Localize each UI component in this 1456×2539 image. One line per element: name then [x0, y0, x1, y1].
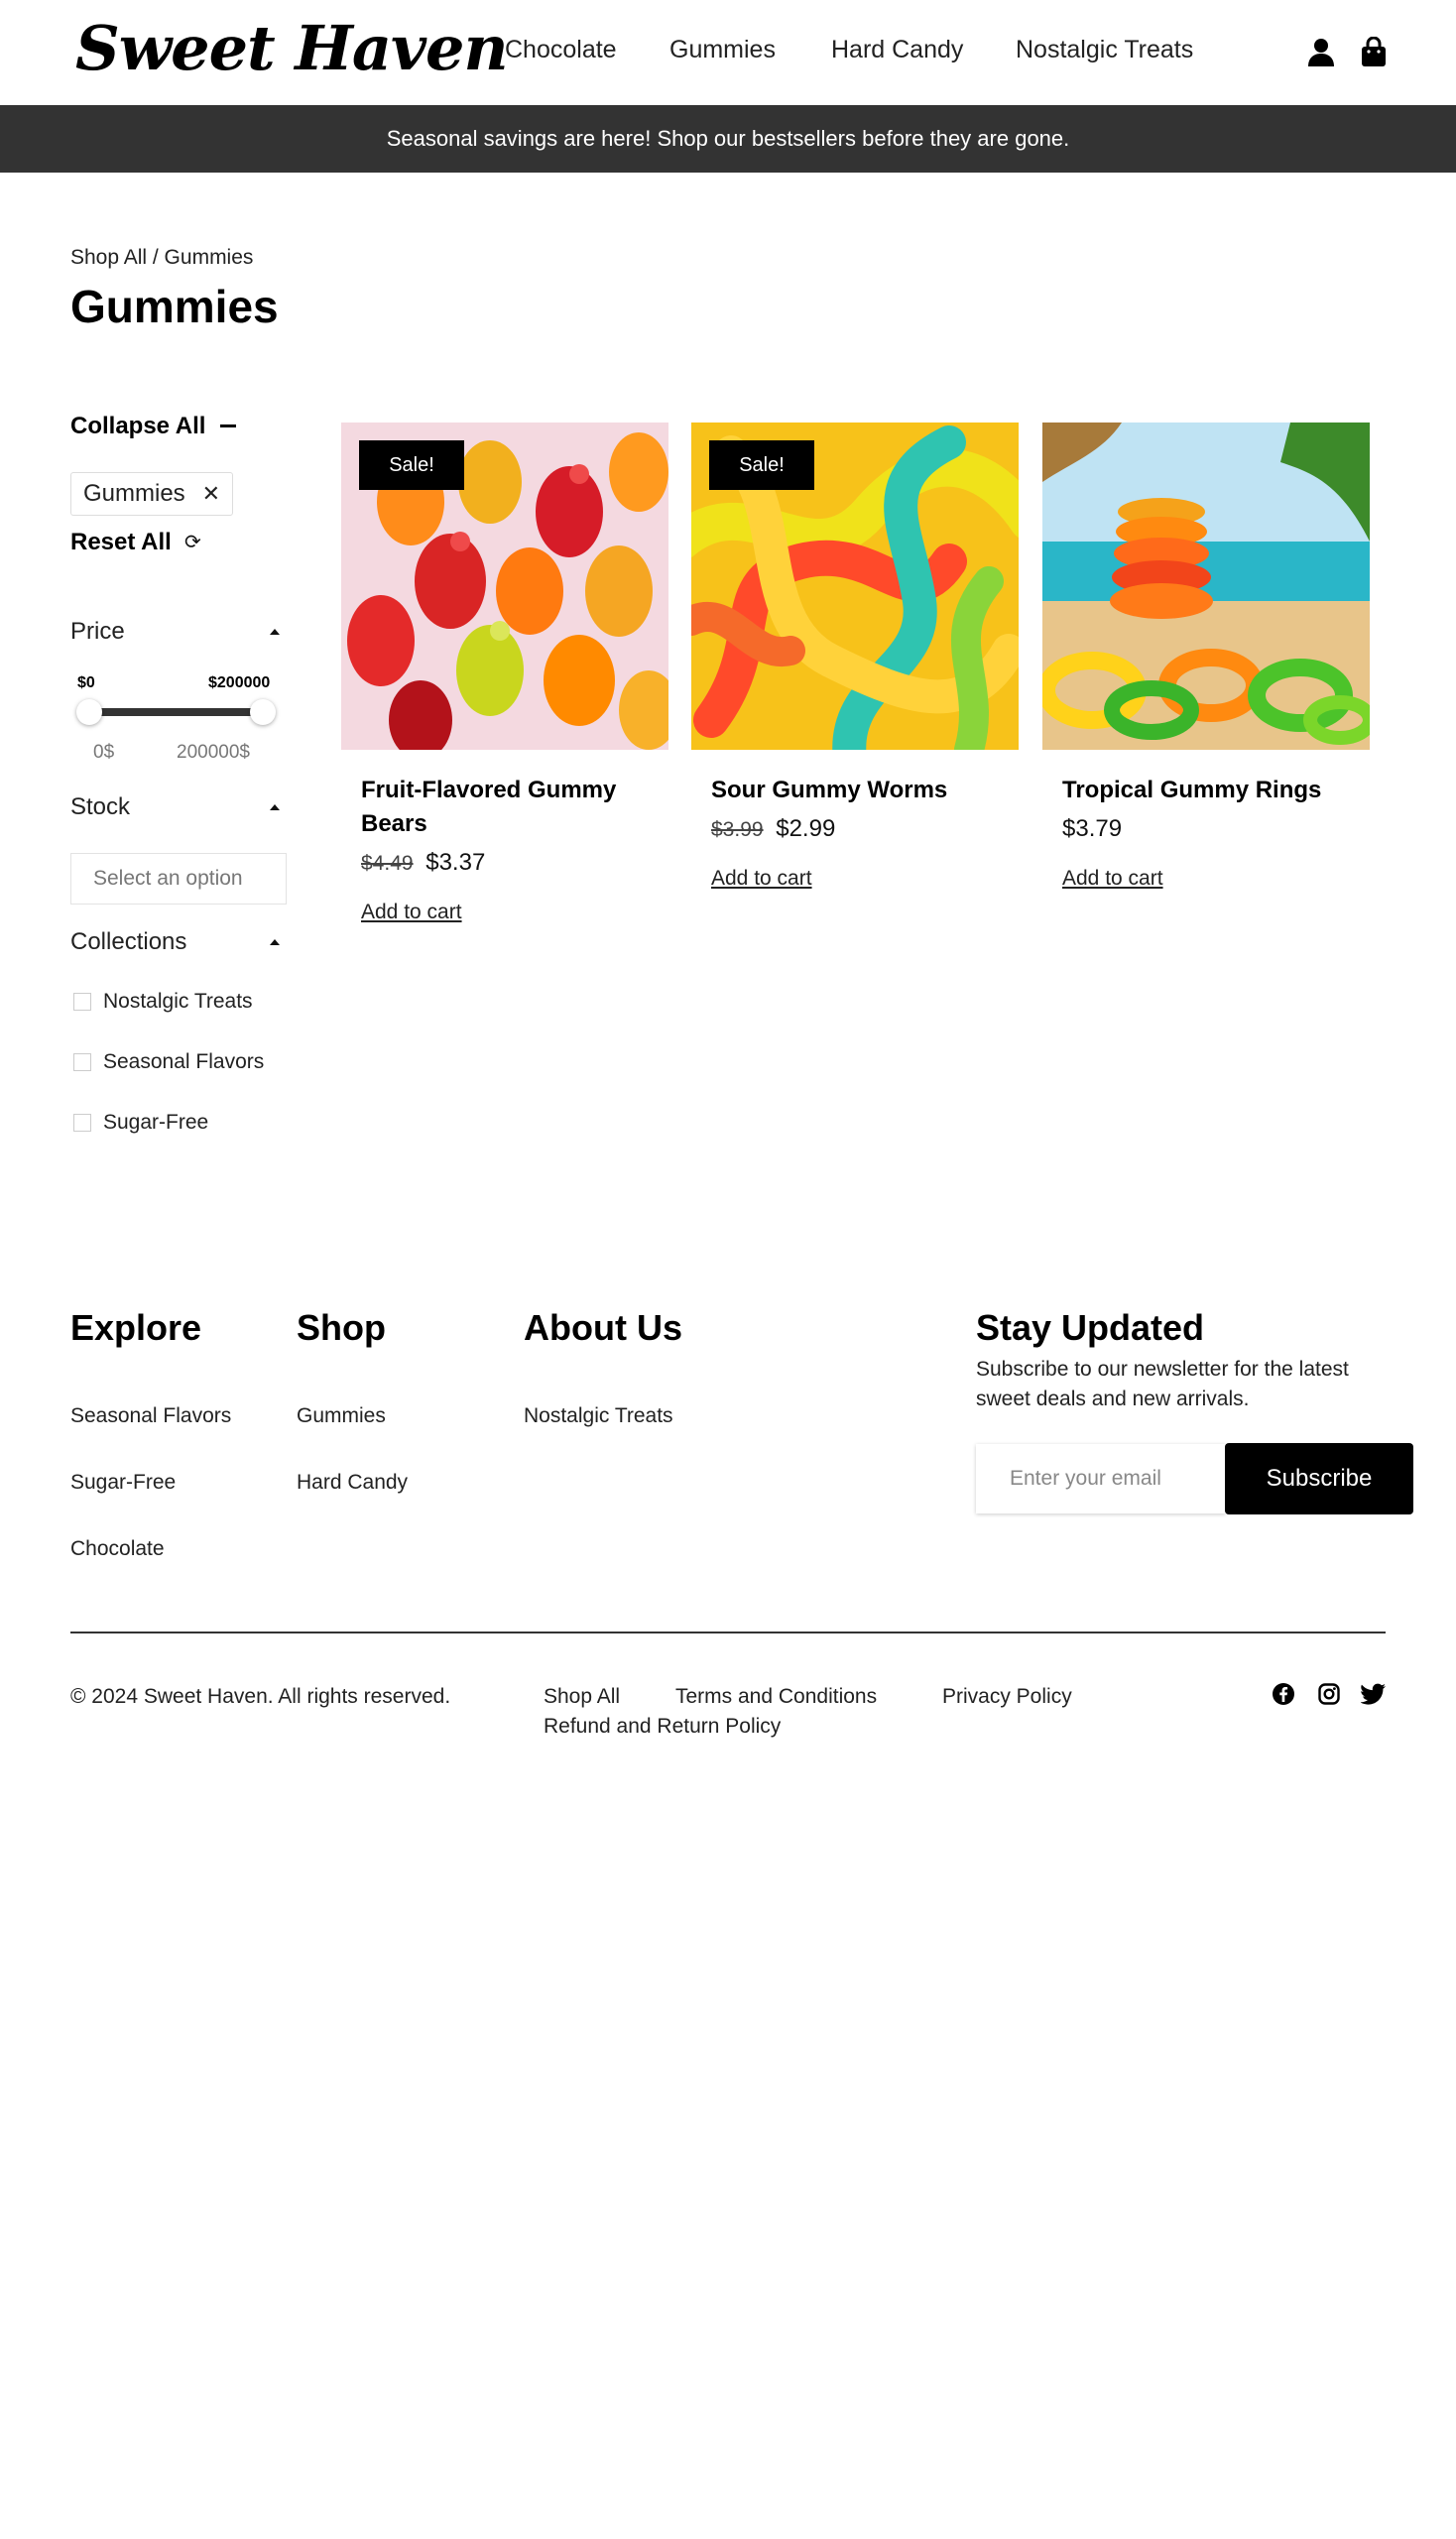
- price-max-label: $200000: [208, 674, 271, 691]
- add-to-cart-link[interactable]: Add to cart: [361, 901, 462, 924]
- site-logo[interactable]: Sweet Haven: [75, 12, 509, 84]
- sale-price: $2.99: [776, 815, 836, 842]
- price-max-value: 200000$: [177, 742, 250, 763]
- chevron-up-icon[interactable]: [270, 939, 280, 945]
- footer-link[interactable]: Sugar-Free: [70, 1471, 176, 1495]
- product-image[interactable]: [1042, 423, 1370, 750]
- price-min-value: 0$: [93, 742, 115, 763]
- legal-link[interactable]: Terms and Conditions: [675, 1685, 877, 1709]
- price-range-track[interactable]: [89, 708, 264, 716]
- reset-all-button[interactable]: Reset All: [70, 529, 172, 556]
- add-to-cart-link[interactable]: Add to cart: [1062, 867, 1163, 891]
- nav-link-chocolate[interactable]: Chocolate: [505, 36, 617, 64]
- sale-price: $3.37: [425, 849, 486, 876]
- footer-explore-title: Explore: [70, 1307, 202, 1348]
- old-price: $4.49: [361, 852, 414, 875]
- email-input[interactable]: [976, 1444, 1226, 1513]
- minus-icon[interactable]: [220, 424, 236, 427]
- nav-link-gummies[interactable]: Gummies: [669, 36, 776, 64]
- stock-select[interactable]: Select an option: [70, 853, 287, 905]
- price-max-handle[interactable]: [250, 699, 276, 725]
- collapse-all-button[interactable]: Collapse All: [70, 413, 205, 440]
- chevron-up-icon[interactable]: [270, 804, 280, 810]
- copyright-text: © 2024 Sweet Haven. All rights reserved.: [70, 1685, 451, 1708]
- footer-about-title: About Us: [524, 1307, 682, 1348]
- nav-link-nostalgic-treats[interactable]: Nostalgic Treats: [1016, 36, 1193, 64]
- collection-label: Seasonal Flavors: [103, 1050, 265, 1073]
- price-min-label: $0: [77, 674, 95, 691]
- price-min-handle[interactable]: [76, 699, 102, 725]
- shopping-bag-icon[interactable]: [1361, 37, 1387, 67]
- promo-banner: Seasonal savings are here! Shop our best…: [0, 105, 1456, 173]
- stock-filter-title[interactable]: Stock: [70, 793, 130, 821]
- twitter-icon[interactable]: [1361, 1683, 1387, 1705]
- product-name[interactable]: Tropical Gummy Rings: [1062, 774, 1360, 807]
- newsletter-title: Stay Updated: [976, 1307, 1205, 1348]
- page-title: Gummies: [70, 281, 279, 332]
- old-price: $3.99: [711, 818, 764, 841]
- footer-link[interactable]: Nostalgic Treats: [524, 1404, 673, 1428]
- footer-link[interactable]: Gummies: [297, 1404, 386, 1428]
- close-icon[interactable]: ✕: [202, 473, 220, 515]
- breadcrumb[interactable]: Shop All / Gummies: [70, 246, 253, 270]
- facebook-icon[interactable]: [1272, 1682, 1295, 1706]
- collection-checkbox[interactable]: [73, 1053, 91, 1071]
- footer-link[interactable]: Hard Candy: [297, 1471, 408, 1495]
- product-price: $4.49 $3.37: [361, 849, 485, 877]
- collection-checkbox[interactable]: [73, 1114, 91, 1132]
- subscribe-button[interactable]: Subscribe: [1225, 1443, 1413, 1514]
- collection-label: Nostalgic Treats: [103, 990, 253, 1013]
- legal-link[interactable]: Privacy Policy: [942, 1685, 1072, 1709]
- footer-link[interactable]: Seasonal Flavors: [70, 1404, 231, 1428]
- refresh-icon[interactable]: ⟳: [184, 530, 201, 554]
- collection-checkbox[interactable]: [73, 993, 91, 1011]
- footer-link[interactable]: Chocolate: [70, 1537, 165, 1561]
- sale-badge: Sale!: [709, 440, 814, 490]
- newsletter-description: Subscribe to our newsletter for the late…: [976, 1358, 1349, 1410]
- add-to-cart-link[interactable]: Add to cart: [711, 867, 812, 891]
- footer-shop-title: Shop: [297, 1307, 386, 1348]
- collections-filter-title[interactable]: Collections: [70, 928, 186, 956]
- collection-label: Sugar-Free: [103, 1111, 209, 1134]
- instagram-icon[interactable]: [1317, 1682, 1341, 1706]
- chevron-up-icon[interactable]: [270, 629, 280, 635]
- price-filter-title[interactable]: Price: [70, 618, 125, 646]
- price: $3.79: [1062, 815, 1123, 842]
- product-name[interactable]: Sour Gummy Worms: [711, 774, 1009, 807]
- nav-link-hard-candy[interactable]: Hard Candy: [831, 36, 963, 64]
- footer-divider: [70, 1632, 1386, 1633]
- site-header: Sweet Haven Chocolate Gummies Hard Candy…: [0, 0, 1456, 105]
- product-price: $3.99 $2.99: [711, 815, 835, 843]
- active-filter-label: Gummies: [83, 480, 185, 507]
- legal-link[interactable]: Shop All: [544, 1685, 620, 1709]
- legal-link[interactable]: Refund and Return Policy: [544, 1715, 781, 1739]
- active-filter-chip[interactable]: Gummies ✕: [70, 472, 233, 516]
- user-icon[interactable]: [1307, 38, 1335, 67]
- sale-badge: Sale!: [359, 440, 464, 490]
- product-name[interactable]: Fruit-Flavored Gummy Bears: [361, 774, 659, 841]
- product-price: $3.79: [1062, 815, 1122, 843]
